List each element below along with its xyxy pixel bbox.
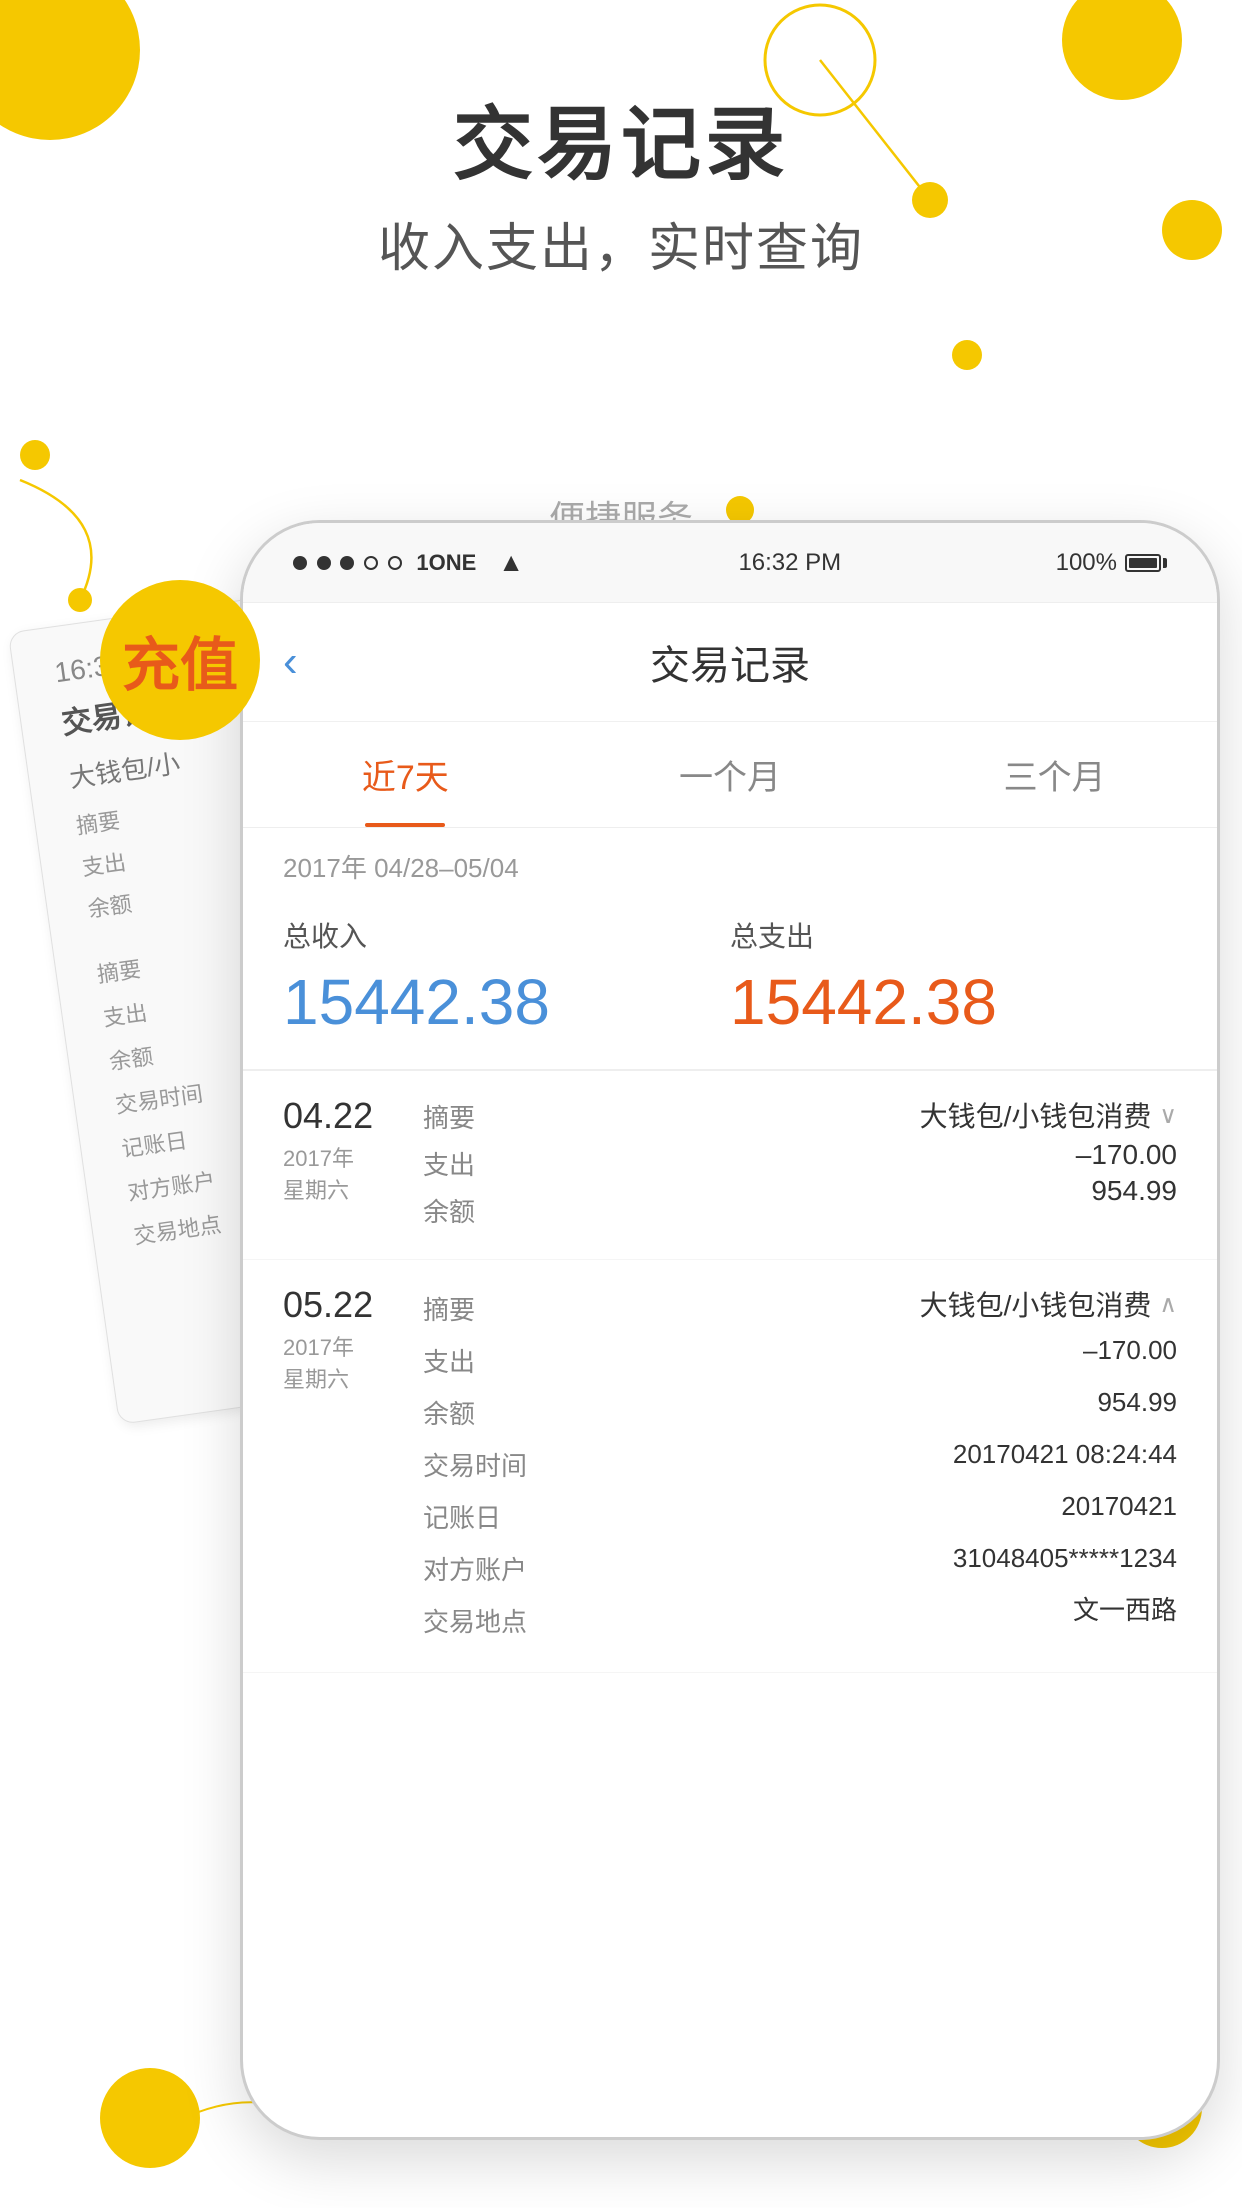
signal-dots: 1ONE — [293, 549, 476, 577]
income-value: 15442.38 — [283, 965, 730, 1039]
chongzhi-badge[interactable]: 充值 — [100, 580, 260, 740]
expense-value: 15442.38 — [730, 965, 1177, 1039]
status-bar: 1ONE ▲ 16:32 PM 100% — [243, 523, 1217, 603]
summary-expense: 总支出 15442.38 — [730, 915, 1177, 1039]
page-title: 交易记录 — [0, 80, 1242, 196]
nav-title: 交易记录 — [650, 633, 810, 691]
chongzhi-text: 充值 — [122, 618, 238, 702]
tx-values-1: 大钱包/小钱包消费 ∨ –170.00 954.99 — [877, 1095, 1177, 1207]
deco-circle-bottom-left — [100, 2068, 200, 2168]
transaction-row-2[interactable]: 05.22 2017年 星期六 摘要 支出 余额 交易时间 记账日 对方账户 交… — [243, 1260, 1217, 1673]
battery-icon — [1125, 554, 1167, 572]
tx-date-1: 04.22 2017年 星期六 — [283, 1095, 403, 1205]
nav-bar: ‹ 交易记录 — [243, 603, 1217, 722]
chevron-down-icon-1: ∨ — [1159, 1101, 1177, 1130]
tx-labels-2: 摘要 支出 余额 交易时间 记账日 对方账户 交易地点 — [403, 1284, 877, 1648]
summary-section: 总收入 15442.38 总支出 15442.38 — [243, 895, 1217, 1071]
chevron-up-icon-2: ∧ — [1159, 1290, 1177, 1319]
deco-circle-mid-left — [20, 440, 50, 470]
tab-1month[interactable]: 一个月 — [568, 722, 893, 827]
page-subtitle: 收入支出，实时查询 — [0, 206, 1242, 281]
income-label: 总收入 — [283, 915, 730, 955]
tab-7days[interactable]: 近7天 — [243, 722, 568, 827]
tx-labels-1: 摘要 支出 余额 — [403, 1095, 877, 1235]
phone-frame: 1ONE ▲ 16:32 PM 100% ‹ 交易记录 近7天 一个月 三个月 … — [240, 520, 1220, 2140]
wifi-icon: ▲ — [498, 547, 524, 578]
tx-date-2: 05.22 2017年 星期六 — [283, 1284, 403, 1394]
battery-percent: 100% — [1056, 549, 1117, 577]
back-button[interactable]: ‹ — [283, 637, 298, 687]
tab-3months[interactable]: 三个月 — [892, 722, 1217, 827]
status-bar-time: 16:32 PM — [738, 549, 841, 577]
carrier-name: 1ONE — [416, 550, 476, 575]
tabs-row: 近7天 一个月 三个月 — [243, 722, 1217, 828]
tx-values-2: 大钱包/小钱包消费 ∧ –170.00 954.99 20170421 08:2… — [877, 1284, 1177, 1636]
summary-income: 总收入 15442.38 — [283, 915, 730, 1039]
expense-label: 总支出 — [730, 915, 1177, 955]
transaction-row-1[interactable]: 04.22 2017年 星期六 摘要 支出 余额 大钱包/小钱包消费 ∨ –17… — [243, 1071, 1217, 1260]
status-bar-left: 1ONE ▲ — [293, 547, 524, 578]
date-range: 2017年 04/28–05/04 — [243, 828, 1217, 895]
status-bar-right: 100% — [1056, 549, 1167, 577]
deco-circle-top-right-3 — [952, 340, 982, 370]
header-section: 交易记录 收入支出，实时查询 — [0, 80, 1242, 281]
